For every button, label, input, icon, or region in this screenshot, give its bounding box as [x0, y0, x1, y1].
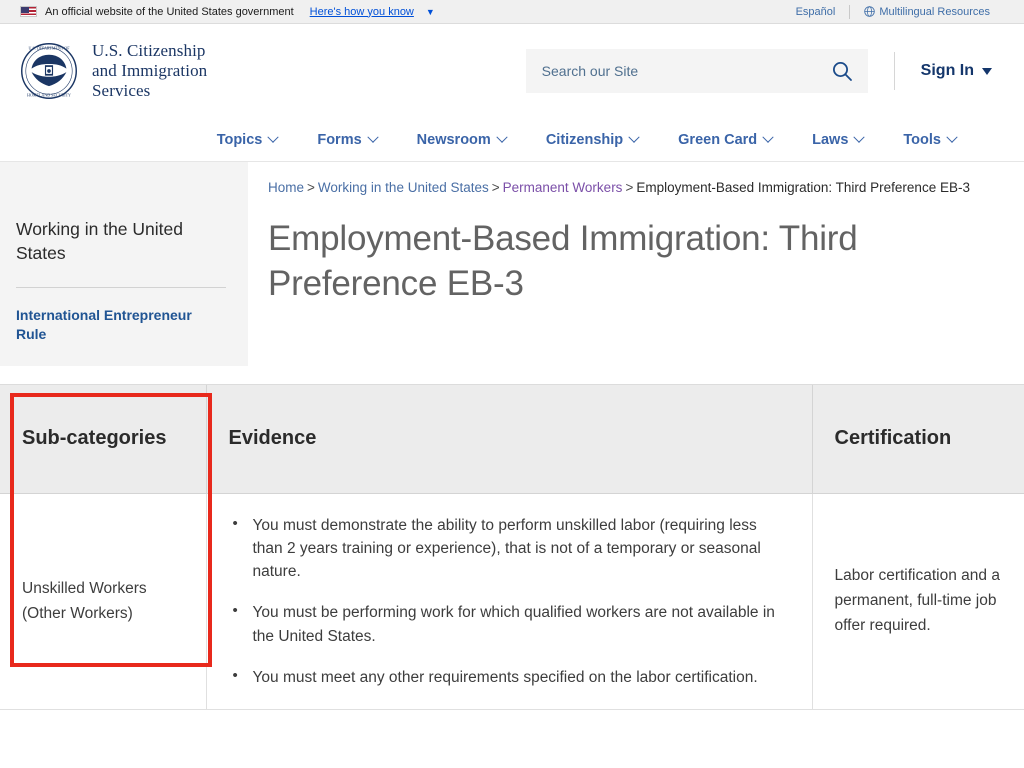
content-wrapper: Working in the United States Internation… — [0, 162, 1024, 367]
government-banner-text: An official website of the United States… — [45, 5, 294, 18]
breadcrumb-item-current: Employment-Based Immigration: Third Pref… — [636, 180, 970, 195]
brand-line-2: and Immigration — [92, 60, 208, 80]
evidence-list: You must demonstrate the ability to perf… — [229, 513, 790, 690]
nav-label-newsroom: Newsroom — [416, 131, 491, 148]
breadcrumb-item-working-in-the-united-states[interactable]: Working in the United States — [318, 180, 489, 195]
table-header-subcategories: Sub-categories — [0, 385, 207, 494]
espanol-link[interactable]: Español — [782, 6, 850, 18]
subcategory-text: Unskilled Workers (Other Workers) — [22, 579, 147, 623]
nav-label-citizenship: Citizenship — [545, 131, 624, 148]
cell-evidence: You must demonstrate the ability to perf… — [206, 493, 813, 711]
breadcrumb: Home > Working in the United States > Perman… — [268, 178, 1008, 198]
chevron-down-icon — [267, 131, 280, 143]
nav-label-tools: Tools — [903, 131, 941, 148]
nav-item-topics[interactable]: Topics — [197, 131, 298, 148]
table-header-certification: Certification — [812, 385, 1024, 494]
cell-certification: Labor certification and a permanent, ful… — [812, 493, 1024, 711]
sidebar: Working in the United States Internation… — [0, 162, 248, 367]
certification-text: Labor certification and a permanent, ful… — [834, 567, 1000, 634]
site-header: U.S. DEPARTMENT OF HOMELAND SECURITY U.S… — [0, 24, 1024, 118]
government-banner-right: Español Multilingual Resources — [782, 4, 1004, 19]
main-navigation: Topics Forms Newsroom Citizenship Green … — [0, 118, 1024, 162]
chevron-down-icon[interactable]: ▼ — [426, 7, 435, 17]
multilingual-resources-label: Multilingual Resources — [879, 5, 990, 18]
nav-item-newsroom[interactable]: Newsroom — [397, 131, 526, 148]
evidence-list-item: You must be performing work for which qu… — [229, 600, 790, 648]
chevron-down-icon — [367, 131, 379, 143]
breadcrumb-item-home[interactable]: Home — [268, 180, 304, 195]
table-row: Unskilled Workers (Other Workers) You mu… — [0, 493, 1024, 711]
us-flag-icon — [20, 6, 37, 17]
header-right: Sign In — [525, 49, 1004, 93]
nav-label-laws: Laws — [812, 131, 849, 148]
chevron-down-icon — [853, 131, 866, 143]
table-header-evidence: Evidence — [206, 385, 813, 494]
brand-line-1: U.S. Citizenship — [92, 40, 206, 60]
nav-item-laws[interactable]: Laws — [792, 131, 883, 148]
nav-item-citizenship[interactable]: Citizenship — [526, 131, 658, 148]
multilingual-resources-link[interactable]: Multilingual Resources — [850, 6, 1004, 18]
chevron-down-icon — [496, 131, 508, 143]
sidebar-divider — [16, 287, 226, 289]
brand-name: U.S. Citizenship and Immigration Service… — [92, 41, 207, 101]
cell-subcategory: Unskilled Workers (Other Workers) — [0, 493, 207, 711]
table-header-row: Sub-categories Evidence Certification — [0, 385, 1024, 494]
breadcrumb-separator: > — [491, 180, 500, 195]
breadcrumb-separator: > — [307, 180, 315, 195]
nav-label-topics: Topics — [216, 131, 263, 148]
sidebar-title: Working in the United States — [16, 219, 183, 263]
svg-text:U.S. DEPARTMENT OF: U.S. DEPARTMENT OF — [29, 46, 71, 51]
heres-how-you-know-link[interactable]: Here's how you know — [310, 6, 414, 18]
sidebar-item-international-entrepreneur-rule[interactable]: International Entrepreneur Rule — [16, 306, 226, 344]
brand-lockup[interactable]: U.S. DEPARTMENT OF HOMELAND SECURITY U.S… — [20, 41, 207, 101]
search-button[interactable] — [830, 59, 854, 83]
search-icon — [832, 62, 852, 81]
dhs-seal-icon: U.S. DEPARTMENT OF HOMELAND SECURITY — [21, 42, 77, 99]
main-column: Home > Working in the United States > Perman… — [248, 162, 1024, 307]
government-banner-left: An official website of the United States… — [20, 6, 435, 18]
sign-in-label: Sign In — [920, 62, 974, 79]
breadcrumb-item-permanent-workers[interactable]: Permanent Workers — [503, 180, 623, 195]
search-input[interactable] — [541, 63, 830, 79]
page-title: Employment-Based Immigration: Third Pref… — [268, 218, 858, 304]
evidence-list-item: You must meet any other requirements spe… — [229, 665, 790, 689]
chevron-down-icon — [628, 131, 640, 143]
evidence-table-region: Sub-categories Evidence Certification Un… — [0, 384, 1024, 711]
evidence-table: Sub-categories Evidence Certification Un… — [0, 385, 1024, 711]
chevron-down-icon — [762, 131, 774, 143]
brand-line-3: Services — [92, 81, 151, 101]
sign-in-button[interactable]: Sign In — [921, 62, 1004, 80]
nav-item-green-card[interactable]: Green Card — [658, 131, 792, 148]
header-divider — [893, 52, 895, 90]
nav-label-green-card: Green Card — [678, 131, 758, 148]
chevron-down-icon — [946, 131, 958, 143]
breadcrumb-separator: > — [625, 180, 634, 195]
nav-label-forms: Forms — [317, 131, 362, 148]
globe-icon — [864, 5, 876, 17]
evidence-list-item: You must demonstrate the ability to perf… — [229, 513, 790, 584]
svg-text:HOMELAND SECURITY: HOMELAND SECURITY — [27, 93, 71, 98]
nav-item-tools[interactable]: Tools — [883, 131, 976, 148]
search-box[interactable] — [525, 49, 868, 93]
nav-item-forms[interactable]: Forms — [297, 131, 396, 148]
caret-down-icon — [982, 67, 992, 75]
government-banner: An official website of the United States… — [0, 0, 1024, 24]
